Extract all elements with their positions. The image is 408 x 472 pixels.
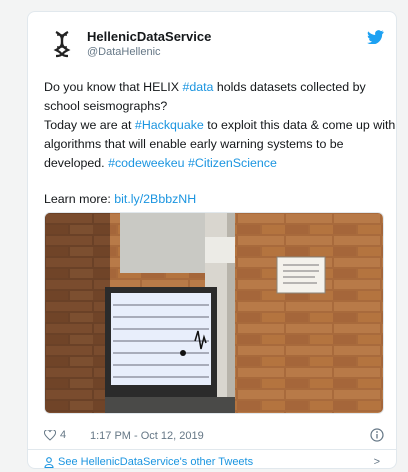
other-tweets-label[interactable]: See HellenicDataService's other Tweets — [58, 456, 253, 468]
tweet-timestamp[interactable]: 1:17 PM - Oct 12, 2019 — [90, 430, 204, 442]
tweet-text-segment: Today we are at — [44, 118, 135, 132]
tweet-text-segment: Do you know that HELIX — [44, 80, 183, 94]
tweet-header: HellenicDataService @DataHellenic — [44, 26, 384, 62]
tweet-photo[interactable] — [44, 212, 384, 414]
author-names[interactable]: HellenicDataService @DataHellenic — [87, 29, 211, 59]
hashtag-data-link[interactable]: #data — [182, 80, 213, 94]
like-count: 4 — [60, 429, 67, 441]
info-circle-icon[interactable] — [370, 428, 384, 442]
chevron-right-icon[interactable]: > — [374, 456, 380, 468]
dna-helix-icon[interactable] — [44, 26, 80, 62]
embedded-tweet-card: HellenicDataService @DataHellenic Do you… — [27, 11, 397, 469]
heart-outline-icon[interactable] — [44, 429, 56, 441]
twitter-bird-icon[interactable] — [367, 30, 384, 44]
tweet-line-5: developed. #codeweekeu #CitizenScience — [44, 154, 384, 173]
tweet-line-4: algorithms that will enable early warnin… — [44, 137, 344, 151]
tweet-text-segment: developed. — [44, 156, 109, 170]
footer-divider — [28, 449, 396, 450]
tweet-line-3: Today we are at #Hackquake to exploit th… — [44, 116, 395, 135]
person-icon — [44, 457, 54, 468]
other-tweets-link[interactable]: See HellenicDataService's other Tweets > — [44, 456, 384, 468]
hashtag-codeweekeu-link[interactable]: #codeweekeu — [108, 156, 184, 170]
hashtag-citizenscience-link[interactable]: #CitizenScience — [188, 156, 277, 170]
author-handle[interactable]: @DataHellenic — [87, 45, 211, 59]
learn-more-line: Learn more: bit.ly/2BbbzNH — [44, 190, 196, 209]
hashtag-hackquake-link[interactable]: #Hackquake — [135, 118, 204, 132]
seismograph-photo-image — [45, 213, 383, 413]
tweet-text-segment: to exploit this data & come up with — [203, 118, 396, 132]
like-action[interactable]: 4 — [44, 429, 66, 441]
tweet-text: Do you know that HELIX #data holds datas… — [44, 78, 395, 173]
learn-more-link[interactable]: bit.ly/2BbbzNH — [114, 192, 196, 206]
learn-more-label: Learn more: — [44, 192, 115, 206]
tweet-line-1: Do you know that HELIX #data holds datas… — [44, 78, 384, 97]
tweet-text-segment: holds datasets collected by — [213, 80, 366, 94]
tweet-meta: 4 1:17 PM - Oct 12, 2019 — [44, 427, 384, 445]
tweet-line-2: school seismographs? — [44, 99, 168, 113]
author-display-name[interactable]: HellenicDataService — [87, 29, 211, 45]
